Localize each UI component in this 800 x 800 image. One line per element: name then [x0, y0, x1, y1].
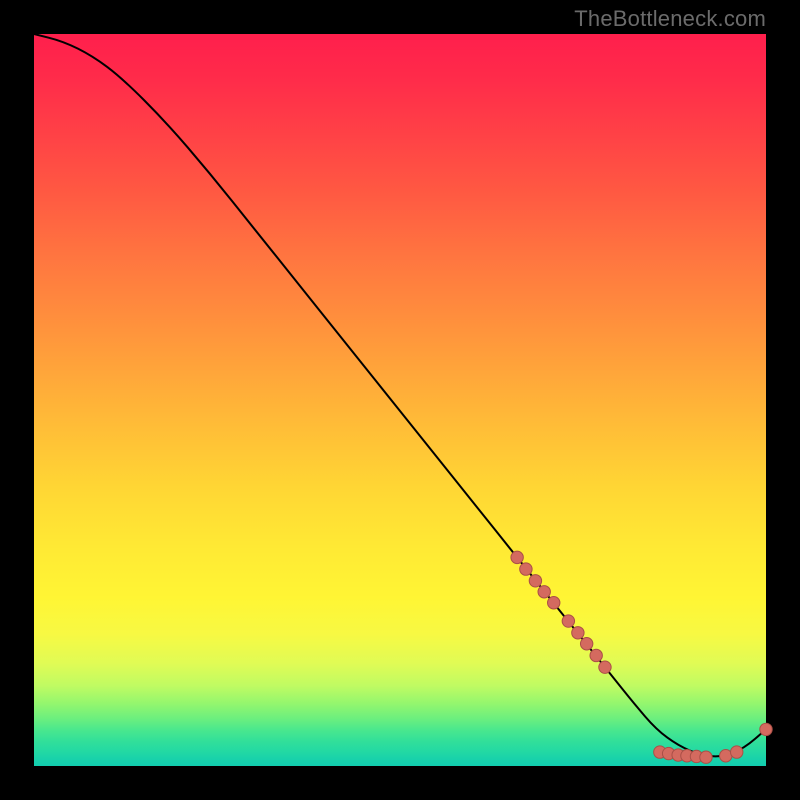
data-dot [511, 551, 523, 563]
data-dot [700, 751, 712, 763]
plot-area [34, 34, 766, 766]
data-dot [548, 597, 560, 609]
data-dot [529, 575, 541, 587]
data-dot [572, 627, 584, 639]
data-dot [580, 638, 592, 650]
data-dot [562, 615, 574, 627]
chart-svg [34, 34, 766, 766]
data-dot [731, 746, 743, 758]
chart-frame: TheBottleneck.com [0, 0, 800, 800]
data-dot [599, 661, 611, 673]
data-dots [511, 551, 772, 763]
data-dot [590, 649, 602, 661]
data-dot [760, 723, 772, 735]
data-dot [520, 563, 532, 575]
data-dot [538, 586, 550, 598]
bottleneck-curve [34, 34, 766, 756]
watermark-text: TheBottleneck.com [574, 6, 766, 32]
